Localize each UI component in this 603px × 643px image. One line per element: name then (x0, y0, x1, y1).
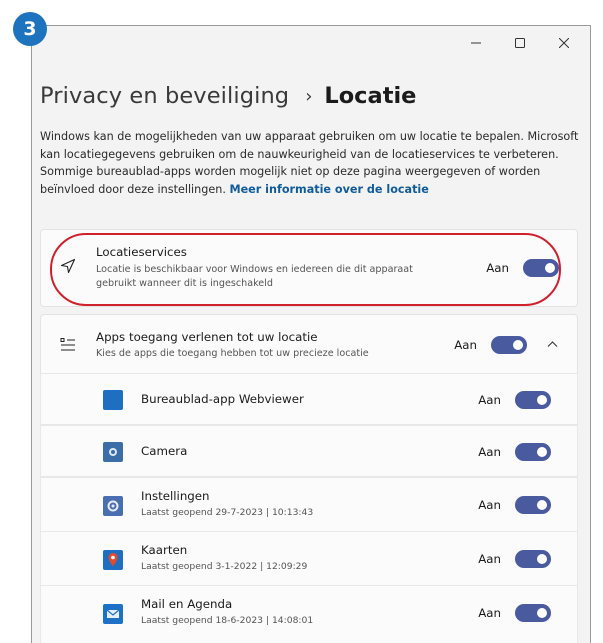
apps-access-title: Apps toegang verlenen tot uw locatie (96, 330, 318, 344)
envelope-glyph (106, 609, 120, 618)
step-badge: 3 (13, 12, 47, 46)
app-toggle-camera[interactable] (515, 443, 551, 461)
app-toggle-settings[interactable] (515, 496, 551, 514)
location-arrow-icon (60, 258, 76, 274)
breadcrumb-separator: › (305, 85, 313, 107)
location-services-card[interactable]: Locatieservices Locatie is beschikbaar v… (40, 229, 578, 307)
app-toggle-group: Aan (478, 443, 551, 461)
location-services-toggle[interactable] (523, 259, 559, 277)
location-services-state: Aan (486, 261, 509, 275)
chevron-up-icon[interactable] (547, 340, 558, 348)
toggle-knob (537, 447, 547, 457)
app-toggle-group: Aan (478, 391, 551, 409)
app-last-opened: Laatst geopend 18-6-2023 | 14:08:01 (141, 615, 314, 626)
settings-window: Privacy en beveiliging › Locatie Windows… (31, 25, 591, 643)
list-icon (60, 338, 75, 351)
app-state: Aan (478, 393, 501, 407)
toggle-knob (537, 608, 547, 618)
app-toggle-group: Aan (478, 496, 551, 514)
maximize-button[interactable] (498, 32, 542, 54)
app-state: Aan (478, 552, 501, 566)
breadcrumb-parent[interactable]: Privacy en beveiliging (40, 83, 289, 109)
apps-access-state: Aan (454, 338, 477, 352)
app-name: Mail en Agenda (141, 597, 233, 611)
app-last-opened: Laatst geopend 3-1-2022 | 12:09:29 (141, 561, 308, 572)
app-row-maps: Kaarten Laatst geopend 3-1-2022 | 12:09:… (40, 531, 578, 586)
toggle-knob (537, 554, 547, 564)
camera-icon (103, 442, 123, 462)
app-name: Bureaublad-app Webviewer (141, 392, 304, 406)
maps-pin-icon (103, 550, 123, 570)
app-state: Aan (478, 445, 501, 459)
learn-more-link[interactable]: Meer informatie over de locatie (229, 183, 428, 196)
minimize-button[interactable] (454, 32, 498, 54)
breadcrumb: Privacy en beveiliging › Locatie (40, 83, 416, 109)
window-controls (454, 32, 586, 54)
app-toggle-group: Aan (478, 604, 551, 622)
page-title: Locatie (324, 83, 417, 109)
close-button[interactable] (542, 32, 586, 54)
apps-access-toggle-group: Aan (454, 336, 527, 354)
app-row-webviewer: Bureaublad-app Webviewer Aan (40, 373, 578, 425)
apps-access-toggle[interactable] (491, 336, 527, 354)
location-services-subtitle: Locatie is beschikbaar voor Windows en i… (96, 264, 413, 289)
app-toggle-group: Aan (478, 550, 551, 568)
app-state: Aan (478, 606, 501, 620)
webviewer-icon (103, 390, 123, 410)
toggle-knob (513, 340, 523, 350)
toggle-knob (537, 500, 547, 510)
app-name: Camera (141, 444, 188, 458)
apps-access-card[interactable]: Apps toegang verlenen tot uw locatie Kie… (40, 314, 578, 374)
toggle-knob (545, 263, 555, 273)
location-services-title: Locatieservices (96, 245, 187, 259)
camera-glyph (109, 448, 117, 456)
app-row-mail: Mail en Agenda Laatst geopend 18-6-2023 … (40, 585, 578, 643)
mail-icon (103, 604, 123, 624)
location-services-toggle-group: Aan (486, 259, 559, 277)
minimize-icon (471, 42, 481, 44)
app-toggle-webviewer[interactable] (515, 391, 551, 409)
app-row-camera: Camera Aan (40, 425, 578, 477)
app-name: Instellingen (141, 489, 210, 503)
app-last-opened: Laatst geopend 29-7-2023 | 10:13:43 (141, 507, 314, 518)
apps-access-subtitle: Kies de apps die toegang hebben tot uw p… (96, 348, 369, 359)
page-description: Windows kan de mogelijkheden van uw appa… (40, 128, 580, 198)
gear-glyph (107, 500, 119, 512)
app-row-settings: Instellingen Laatst geopend 29-7-2023 | … (40, 477, 578, 532)
app-state: Aan (478, 498, 501, 512)
maximize-icon (515, 38, 525, 48)
close-icon (559, 38, 569, 48)
app-name: Kaarten (141, 543, 188, 557)
app-toggle-mail[interactable] (515, 604, 551, 622)
settings-gear-icon (103, 496, 123, 516)
toggle-knob (537, 395, 547, 405)
pin-glyph (108, 553, 118, 566)
app-toggle-maps[interactable] (515, 550, 551, 568)
